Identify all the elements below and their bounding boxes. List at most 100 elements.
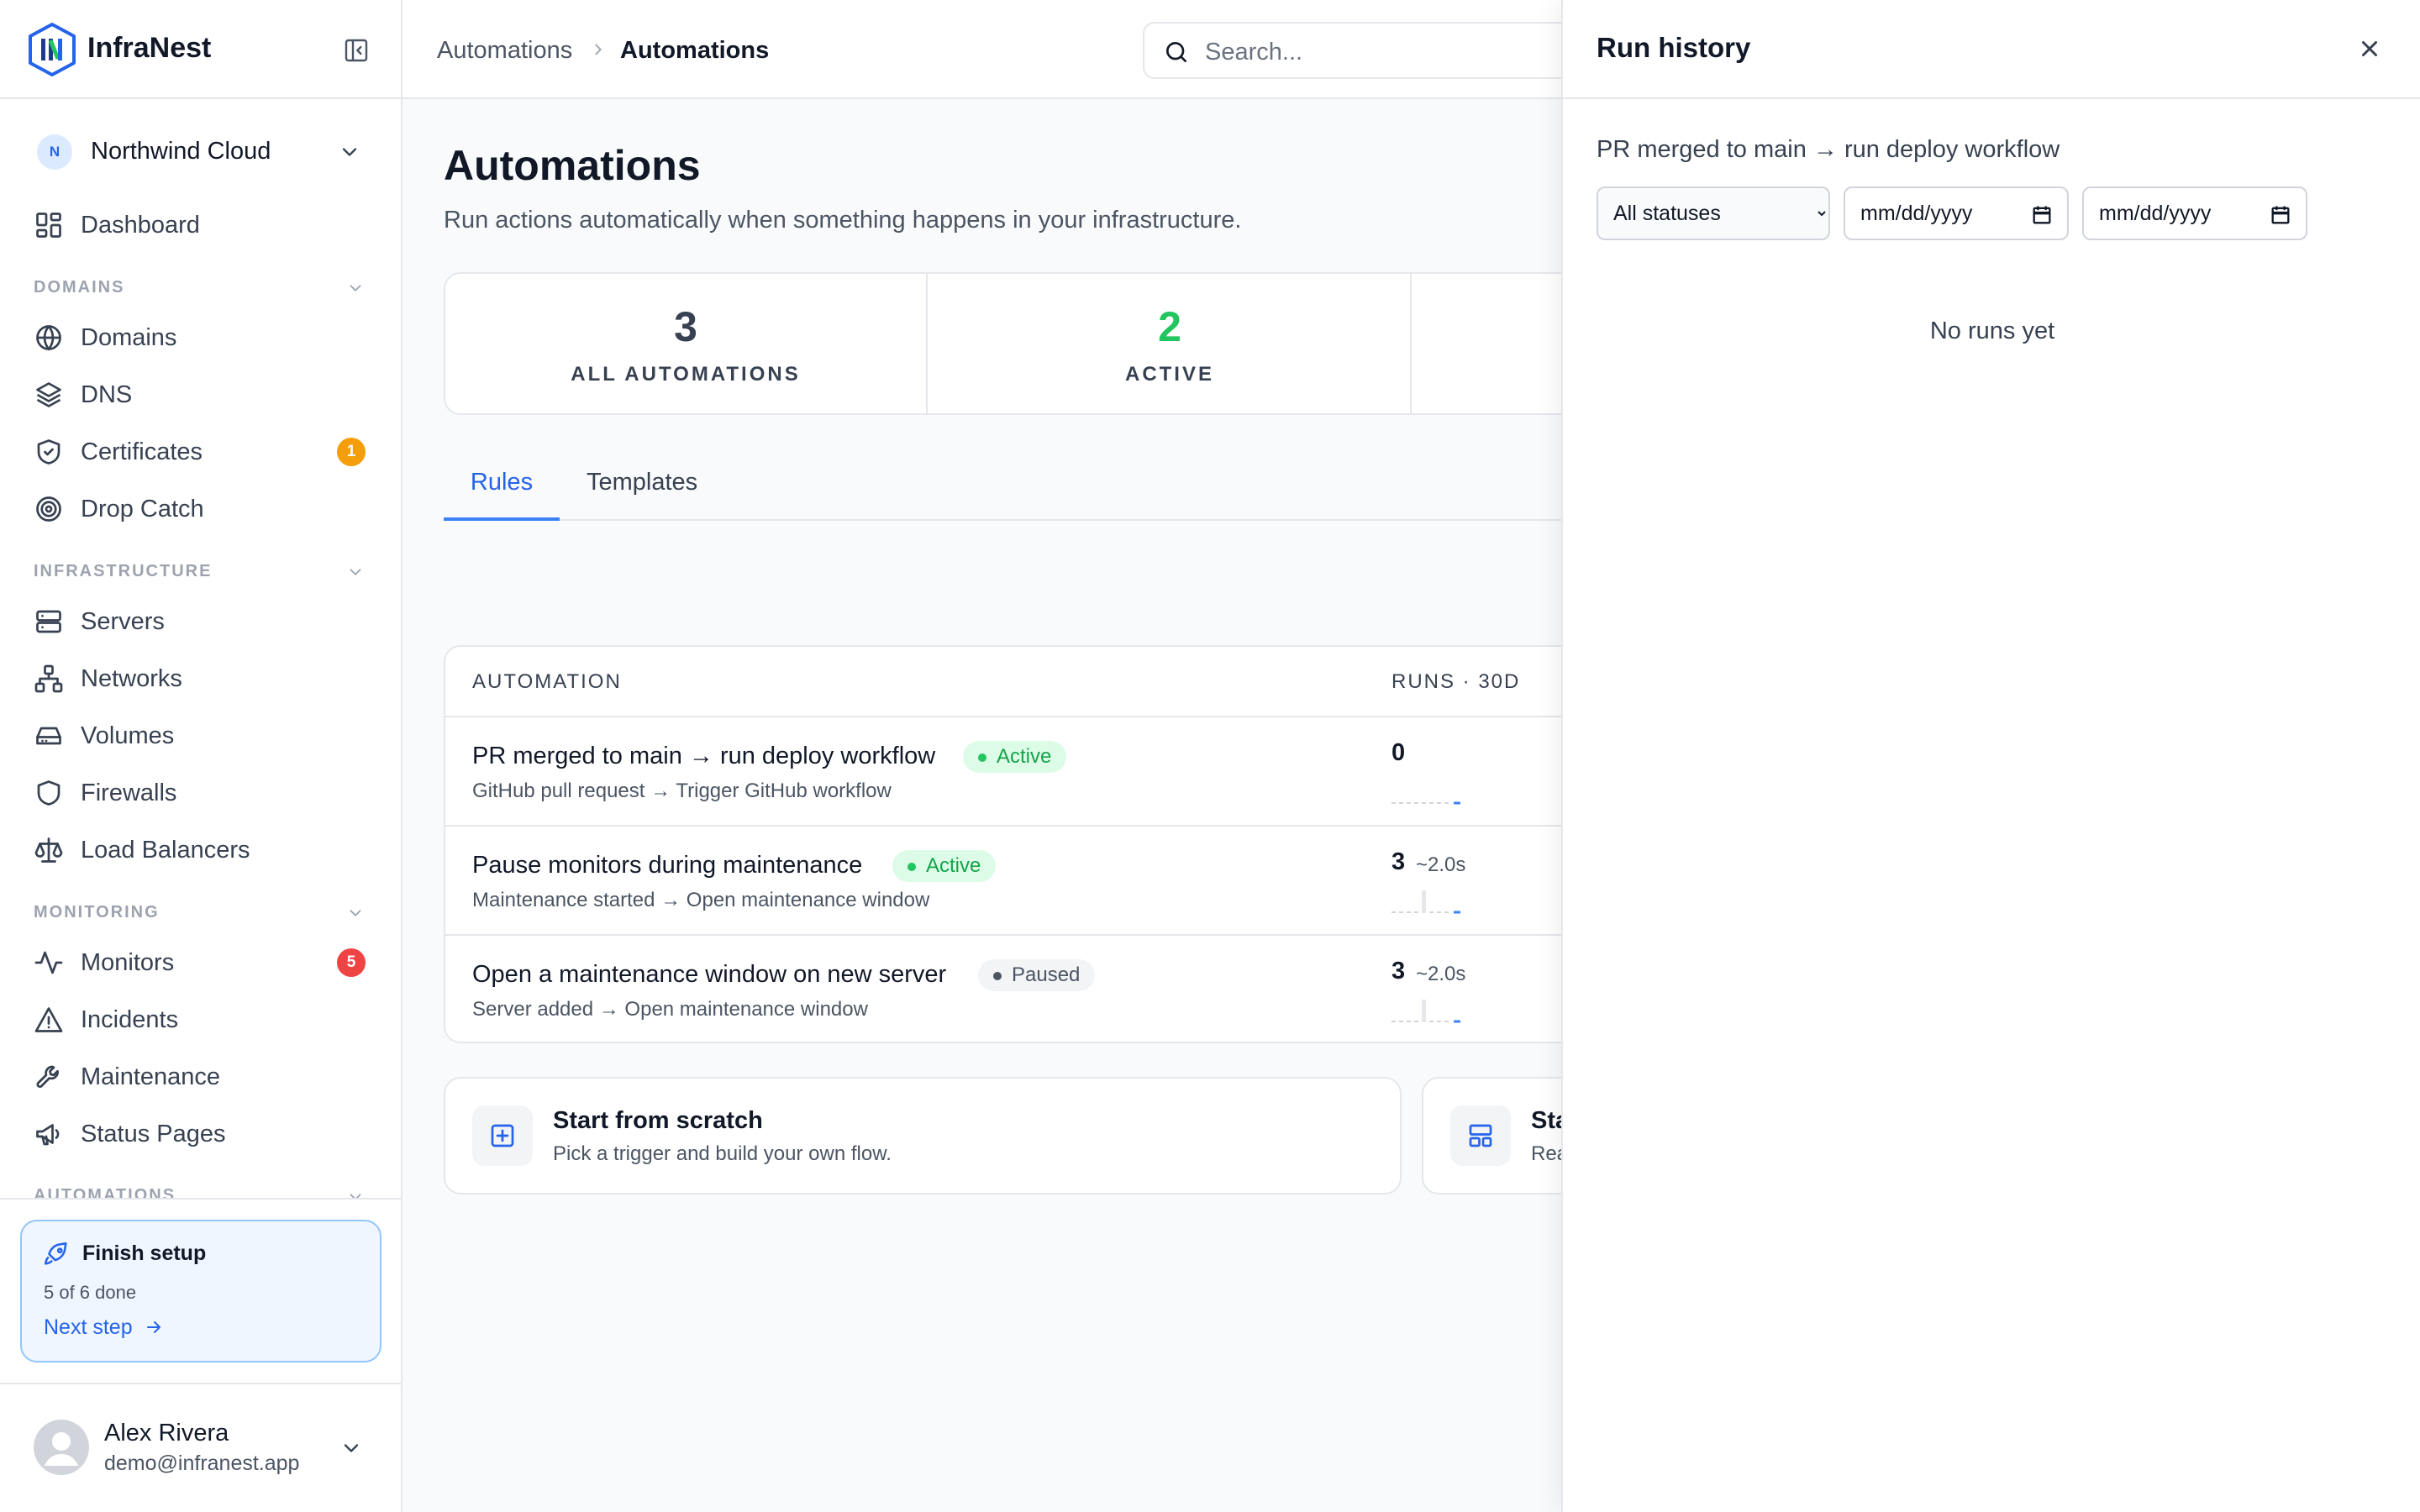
stat-value: 2 <box>1158 303 1181 350</box>
search-icon <box>1166 42 1186 62</box>
page-title: Automations <box>444 142 701 189</box>
tab-templates[interactable]: Templates <box>587 469 697 521</box>
card-title: Start from scratch <box>553 1107 763 1134</box>
sidebar-item-monitors[interactable]: Monitors 5 <box>34 941 370 984</box>
sidebar-item-label: Networks <box>81 665 182 692</box>
sidebar-item-label: Certificates <box>81 438 203 465</box>
status-filter-select[interactable]: All statuses <box>1597 186 1830 240</box>
automation-description: Maintenance started → Open maintenance w… <box>472 889 930 911</box>
sidebar-item-servers[interactable]: Servers <box>34 600 370 643</box>
alert-triangle-icon <box>34 1007 63 1032</box>
divider <box>0 1198 401 1200</box>
section-monitoring[interactable]: MONITORING <box>34 900 370 926</box>
date-to-input[interactable]: mm/dd/yyyy <box>2082 186 2307 240</box>
runs-sparkline <box>1392 801 1460 805</box>
org-switcher[interactable]: N Northwind Cloud <box>34 131 370 173</box>
sidebar-item-domains[interactable]: Domains <box>34 316 370 360</box>
next-step-link[interactable]: Next step <box>44 1315 164 1340</box>
sidebar-item-networks[interactable]: Networks <box>34 657 370 701</box>
status-badge: Active <box>892 850 997 882</box>
finish-setup-card[interactable]: Finish setup 5 of 6 done Next step <box>20 1220 381 1362</box>
start-from-scratch-card[interactable]: Start from scratch Pick a trigger and bu… <box>444 1077 1402 1194</box>
sidebar-item-firewalls[interactable]: Firewalls <box>34 771 370 815</box>
sidebar-item-dashboard[interactable]: Dashboard <box>34 203 370 247</box>
breadcrumb-parent[interactable]: Automations <box>437 37 572 65</box>
sidebar-item-certificates[interactable]: Certificates 1 <box>34 430 370 474</box>
section-domains[interactable]: DOMAINS <box>34 276 370 301</box>
setup-title: Finish setup <box>82 1242 207 1265</box>
sidebar-item-label: Status Pages <box>81 1121 226 1147</box>
runs-count: 0 <box>1392 739 1406 766</box>
sidebar-item-drop-catch[interactable]: Drop Catch <box>34 487 370 531</box>
stat-all-automations[interactable]: 3 ALL AUTOMATIONS <box>445 274 928 413</box>
date-from-value: mm/dd/yyyy <box>1860 202 1973 225</box>
page-subtitle: Run actions automatically when something… <box>444 207 1242 234</box>
chevron-down-icon <box>350 910 361 916</box>
status-label: Paused <box>1012 963 1081 986</box>
hard-drive-icon <box>36 727 61 745</box>
automation-name: PR merged to main → run deploy workflow <box>472 743 936 769</box>
scale-icon <box>34 837 63 863</box>
sidebar-item-status-pages[interactable]: Status Pages <box>34 1112 370 1156</box>
section-title: INFRASTRUCTURE <box>34 562 213 580</box>
status-label: Active <box>926 854 981 877</box>
org-name: Northwind Cloud <box>91 138 271 165</box>
chevron-down-icon <box>342 148 357 156</box>
sidebar-item-dns[interactable]: DNS <box>34 373 370 417</box>
drawer-subtitle: PR merged to main → run deploy workflow <box>1597 136 2060 163</box>
avg-duration: ~2.0s <box>1416 853 1466 876</box>
sidebar-item-incidents[interactable]: Incidents <box>34 998 370 1042</box>
section-infrastructure[interactable]: INFRASTRUCTURE <box>34 559 370 585</box>
icon-box <box>472 1105 533 1166</box>
chevron-down-icon <box>350 285 361 291</box>
chevron-down-icon <box>350 569 361 575</box>
date-to-value: mm/dd/yyyy <box>2099 202 2212 225</box>
rocket-icon <box>44 1242 67 1265</box>
calendar-icon[interactable] <box>2269 203 2292 227</box>
sidebar-item-label: Servers <box>81 608 165 635</box>
arrow-right-icon <box>146 1321 160 1333</box>
sidebar-item-maintenance[interactable]: Maintenance <box>34 1055 370 1099</box>
runs-sparkline <box>1392 890 1460 914</box>
chevron-down-icon <box>344 1444 359 1452</box>
automation-description: Server added → Open maintenance window <box>472 998 868 1021</box>
collapse-sidebar-icon[interactable] <box>343 37 370 64</box>
column-header-automation: AUTOMATION <box>472 670 622 693</box>
run-history-drawer: Run history PR merged to main → run depl… <box>1561 0 2420 1512</box>
stat-label: ALL AUTOMATIONS <box>571 363 801 386</box>
activity-icon <box>34 951 63 974</box>
target-icon <box>36 496 61 522</box>
org-avatar: N <box>37 134 72 170</box>
calendar-icon[interactable] <box>2030 203 2054 227</box>
wrench-icon <box>36 1065 59 1089</box>
stat-active[interactable]: 2 ACTIVE <box>929 274 1412 413</box>
drawer-header: Run history <box>1563 0 2420 99</box>
sidebar-item-label: Dashboard <box>81 212 200 239</box>
breadcrumb-current: Automations <box>620 37 770 64</box>
section-title: DOMAINS <box>34 278 125 297</box>
section-title: AUTOMATIONS <box>34 1186 176 1198</box>
date-from-input[interactable]: mm/dd/yyyy <box>1844 186 2069 240</box>
plus-square-icon <box>491 1124 514 1147</box>
section-automations[interactable]: AUTOMATIONS <box>34 1176 370 1198</box>
empty-state-message: No runs yet <box>1929 318 2055 344</box>
sidebar-item-label: Incidents <box>81 1006 179 1033</box>
runs-count: 3 <box>1392 848 1406 875</box>
tab-rules[interactable]: Rules <box>444 469 560 521</box>
user-menu[interactable]: Alex Rivera demo@infranest.app <box>0 1383 401 1512</box>
server-icon <box>36 610 61 633</box>
setup-progress: 5 of 6 done <box>44 1282 137 1303</box>
card-subtitle: Pick a trigger and build your own flow. <box>553 1142 892 1165</box>
sidebar-item-label: Load Balancers <box>81 837 250 864</box>
sidebar-item-volumes[interactable]: Volumes <box>34 714 370 758</box>
globe-icon <box>36 325 61 351</box>
runs-count: 3 <box>1392 958 1406 984</box>
avatar <box>34 1420 89 1475</box>
megaphone-icon <box>36 1124 60 1146</box>
network-icon <box>34 664 63 693</box>
sidebar-item-label: Maintenance <box>81 1063 221 1090</box>
close-icon[interactable] <box>2354 34 2385 64</box>
sidebar-item-label: Domains <box>81 324 177 351</box>
sidebar-item-load-balancers[interactable]: Load Balancers <box>34 828 370 872</box>
brand-name: InfraNest <box>87 32 212 64</box>
